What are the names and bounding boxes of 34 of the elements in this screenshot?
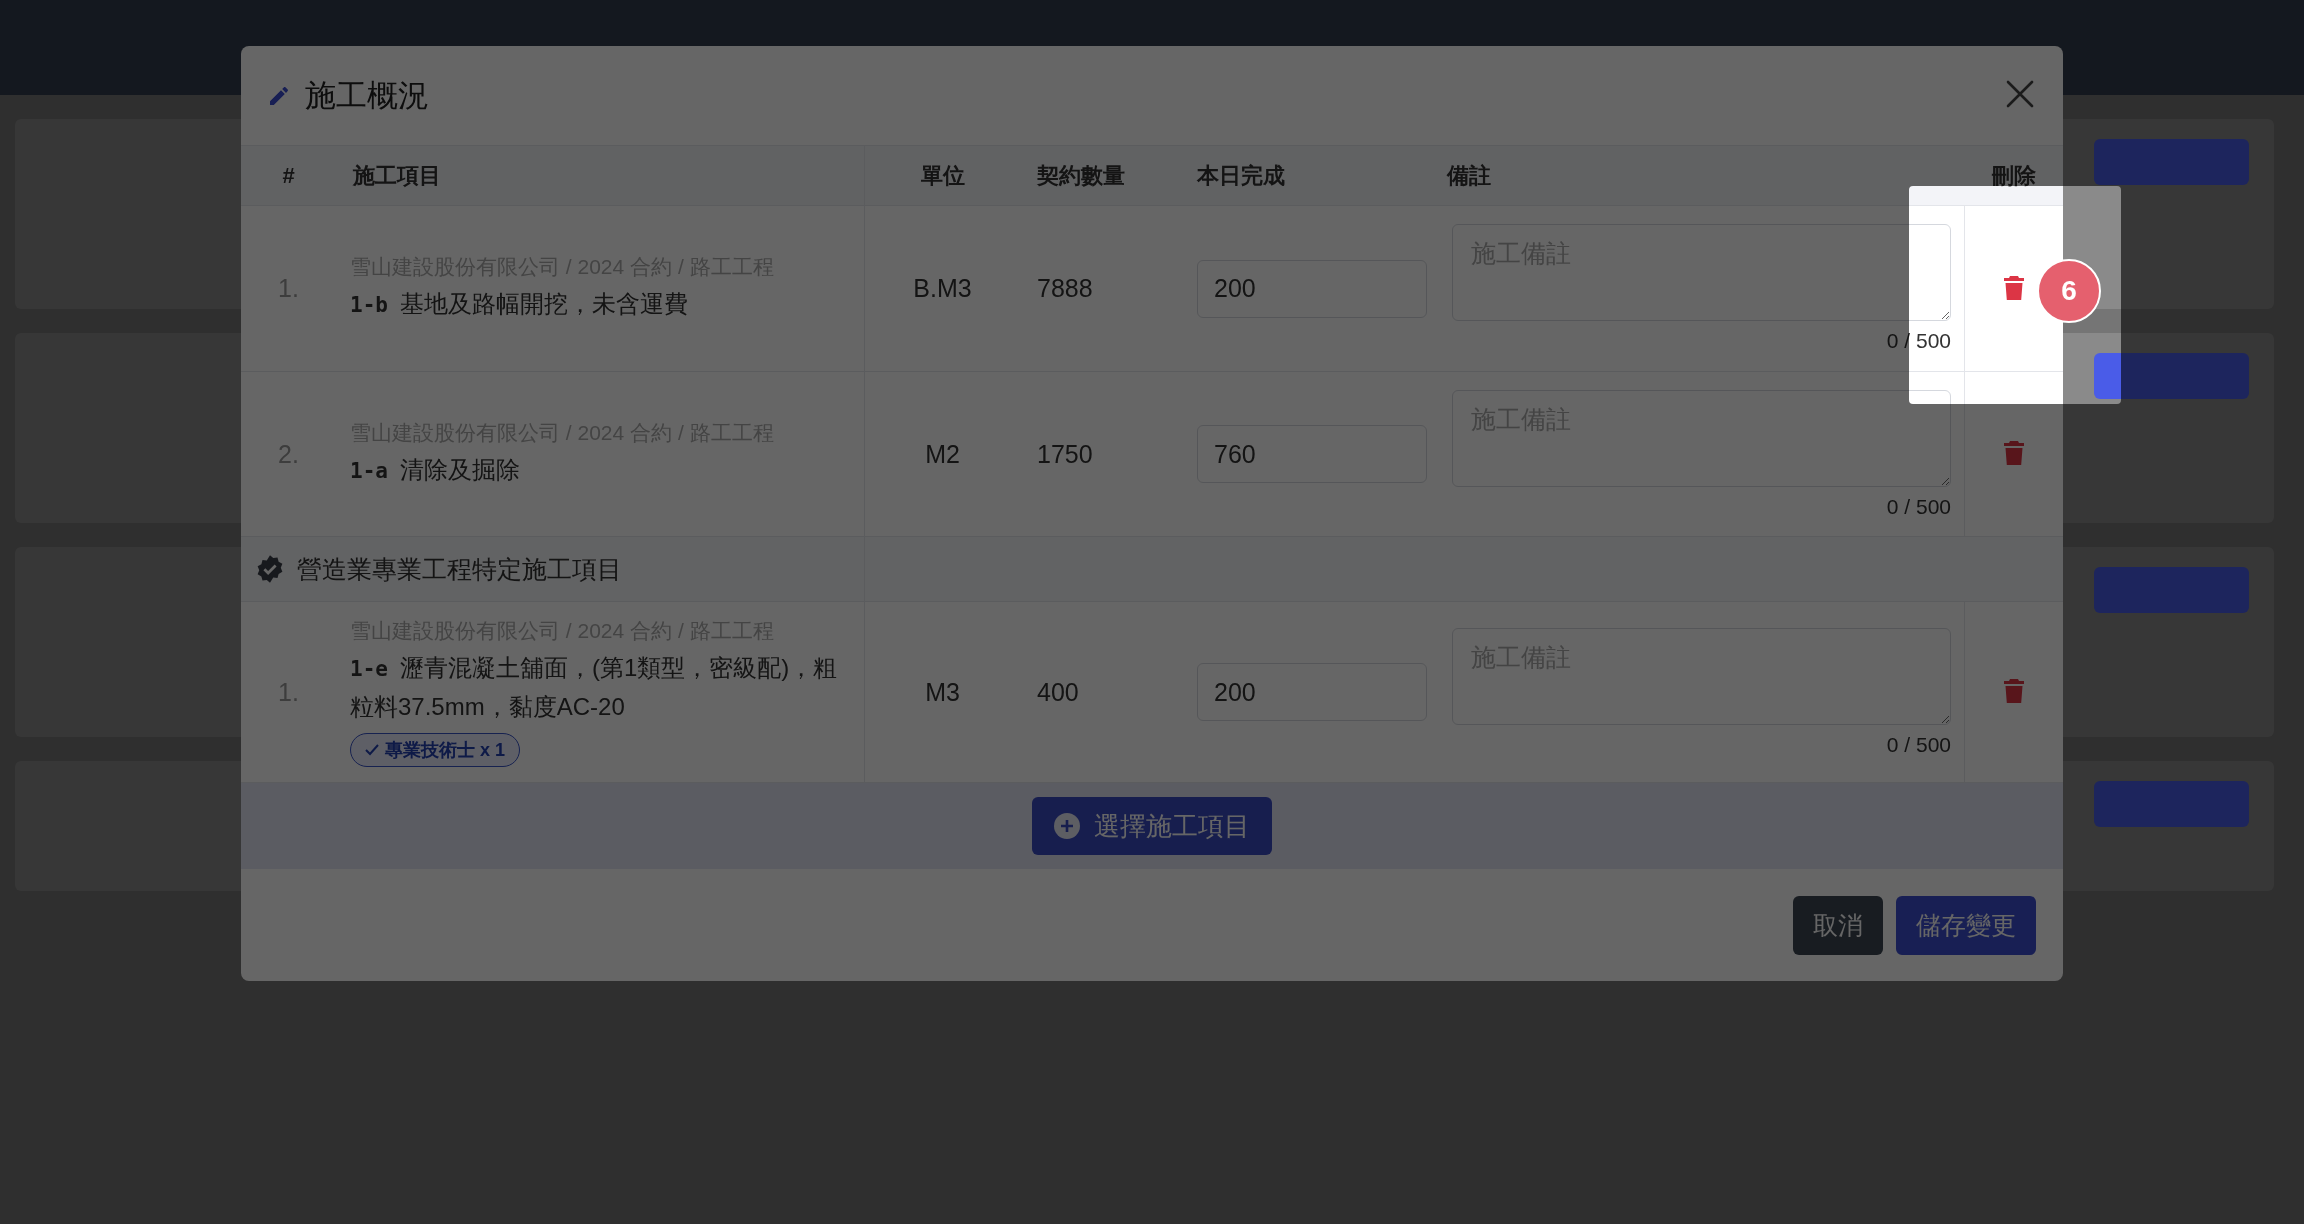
- cancel-button[interactable]: 取消: [1793, 895, 1883, 955]
- verified-badge-icon: [255, 554, 285, 584]
- delete-button[interactable]: [2002, 275, 2026, 302]
- quantity-text: 7888: [1037, 274, 1093, 303]
- column-header: 施工項目: [353, 161, 441, 190]
- unit-text: M2: [925, 439, 960, 469]
- column-header: 刪除: [1992, 161, 2036, 190]
- unit-text: B.M3: [913, 274, 972, 303]
- item-title: 1-a 清除及掘除: [350, 454, 520, 485]
- column-header: 備註: [1447, 161, 1491, 190]
- character-counter: 0 / 500: [1886, 494, 1951, 519]
- column-header: 單位: [920, 161, 965, 190]
- check-icon: [365, 744, 379, 756]
- column-header: 契約數量: [1037, 161, 1125, 190]
- dialog-title: 施工概況: [305, 76, 430, 115]
- plus-circle-icon: [1054, 813, 1080, 839]
- item-title: 1-e 瀝青混凝土舖面，(第1類型，密級配)，粗粒料37.5mm，黏度AC-20: [350, 653, 839, 722]
- trash-icon: [2004, 441, 2024, 465]
- item-title: 1-b 基地及路幅開挖，未含運費: [350, 289, 688, 319]
- column-header: #: [282, 162, 295, 189]
- tag-label: 專業技術士 x 1: [385, 739, 506, 762]
- quantity-text: 1750: [1037, 439, 1093, 469]
- delete-button[interactable]: [2002, 441, 2026, 467]
- save-button[interactable]: 儲存變更: [1896, 895, 2036, 955]
- select-items-button[interactable]: 選擇施工項目: [1032, 797, 1272, 855]
- quantity-text: 400: [1037, 677, 1079, 707]
- group-label: 營造業專業工程特定施工項目: [297, 553, 622, 585]
- character-counter: 0 / 500: [1886, 732, 1951, 757]
- trash-icon: [2004, 275, 2024, 300]
- column-header: 本日完成: [1197, 161, 1285, 190]
- trash-icon: [2004, 679, 2024, 703]
- unit-text: M3: [925, 677, 960, 707]
- close-icon: [2005, 79, 2035, 109]
- delete-button[interactable]: [2002, 679, 2026, 705]
